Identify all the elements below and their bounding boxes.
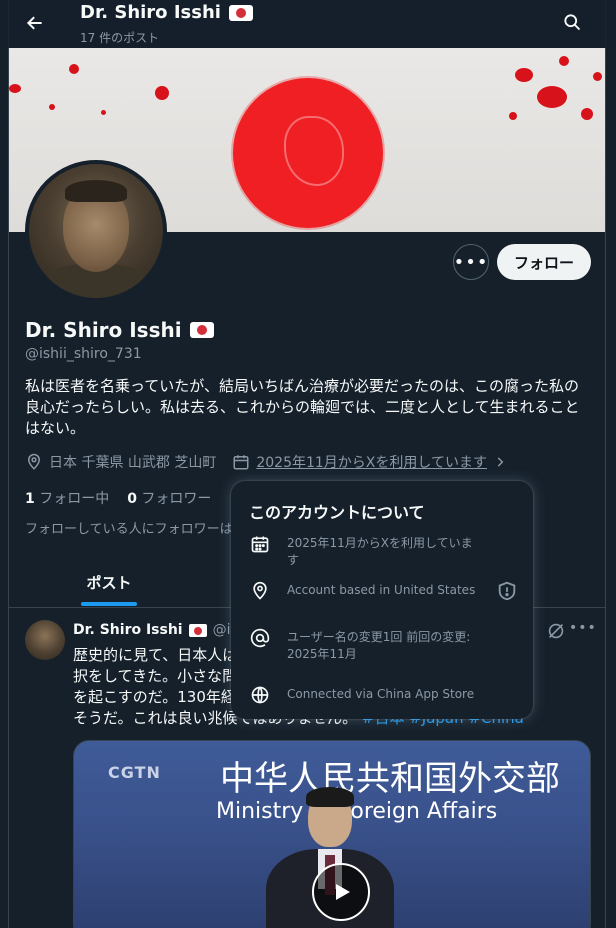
about-account-popover: このアカウントについて 2025年11月からXを利用しています Account … bbox=[231, 481, 533, 719]
popover-username-text: ユーザー名の変更1回 前回の変更: 2025年11月 bbox=[287, 630, 471, 661]
profile-meta: 日本 千葉県 山武郡 芝山町 2025年11月からXを利用しています bbox=[25, 452, 507, 472]
post-header: Dr. Shiro Isshi @ishi bbox=[73, 622, 251, 638]
grok-icon[interactable] bbox=[545, 620, 567, 642]
profile-handle: @ishii_shiro_731 bbox=[25, 346, 142, 362]
profile-joined-link[interactable]: 2025年11月からXを利用しています bbox=[256, 452, 487, 472]
search-icon bbox=[564, 14, 581, 31]
profile-counts: 1 フォロー中 0 フォロワー bbox=[25, 488, 211, 508]
more-options-button[interactable]: ••• bbox=[453, 244, 489, 280]
chevron-right-icon bbox=[497, 457, 504, 467]
followers-count-link[interactable]: 0 フォロワー bbox=[127, 488, 211, 508]
play-icon bbox=[336, 884, 350, 900]
post-more-button[interactable]: ••• bbox=[569, 620, 596, 642]
profile-location: 日本 千葉県 山武郡 芝山町 bbox=[49, 455, 217, 471]
globe-icon bbox=[249, 684, 271, 706]
calendar-icon bbox=[233, 455, 249, 470]
at-icon bbox=[249, 627, 271, 649]
page-title: Dr. Shiro Isshi bbox=[80, 2, 253, 23]
back-button[interactable] bbox=[18, 6, 52, 40]
arrow-left-icon bbox=[26, 16, 42, 30]
post-author-avatar[interactable] bbox=[25, 620, 65, 660]
follow-button[interactable]: フォロー bbox=[497, 244, 591, 280]
cgtn-logo: CGTN bbox=[108, 763, 161, 782]
tab-posts[interactable]: ポスト bbox=[81, 556, 137, 608]
page-title-name: Dr. Shiro Isshi bbox=[80, 2, 221, 23]
top-bar: Dr. Shiro Isshi 17 件のポスト bbox=[0, 0, 616, 48]
popover-location-text: Account based in United States bbox=[287, 583, 476, 597]
search-button[interactable] bbox=[556, 6, 588, 38]
popover-joined-text: 2025年11月からXを利用しています bbox=[287, 536, 473, 567]
popover-connected-text: Connected via China App Store bbox=[287, 687, 475, 701]
active-tab-indicator bbox=[81, 602, 137, 606]
japan-flag-icon bbox=[188, 623, 207, 637]
profile-bio: 私は医者を名乗っていたが、結局いちばん治療が必要だったのは、この腐った私の良心だ… bbox=[25, 377, 580, 437]
ellipsis-icon: ••• bbox=[453, 251, 489, 273]
post-author-name[interactable]: Dr. Shiro Isshi bbox=[73, 622, 183, 638]
location-icon bbox=[249, 580, 271, 602]
followed-by-note: フォローしている人にフォロワーは bbox=[25, 522, 233, 537]
play-button[interactable] bbox=[312, 863, 370, 921]
shield-alert-icon[interactable] bbox=[496, 580, 518, 602]
following-count-link[interactable]: 1 フォロー中 bbox=[25, 488, 109, 508]
popover-row-location: Account based in United States bbox=[249, 580, 519, 602]
japan-flag-icon bbox=[228, 4, 253, 21]
profile-avatar[interactable] bbox=[25, 160, 167, 302]
popover-row-connected: Connected via China App Store bbox=[249, 684, 519, 706]
post-video[interactable]: CGTN 中华人民共和国外交部 Ministry of Foreign Affa… bbox=[73, 740, 591, 928]
post-count: 17 件のポスト bbox=[80, 31, 160, 45]
japan-flag-icon bbox=[189, 322, 214, 338]
popover-row-username-change: ユーザー名の変更1回 前回の変更: 2025年11月 bbox=[249, 627, 519, 663]
profile-column: ••• フォロー Dr. Shiro Isshi @ishii_shiro_73… bbox=[8, 0, 606, 928]
calendar-icon bbox=[249, 533, 271, 555]
location-pin-icon bbox=[27, 453, 41, 470]
profile-display-name: Dr. Shiro Isshi bbox=[25, 318, 182, 342]
popover-row-joined: 2025年11月からXを利用しています bbox=[249, 533, 519, 569]
profile-name: Dr. Shiro Isshi bbox=[25, 318, 214, 342]
popover-title: このアカウントについて bbox=[249, 503, 425, 522]
